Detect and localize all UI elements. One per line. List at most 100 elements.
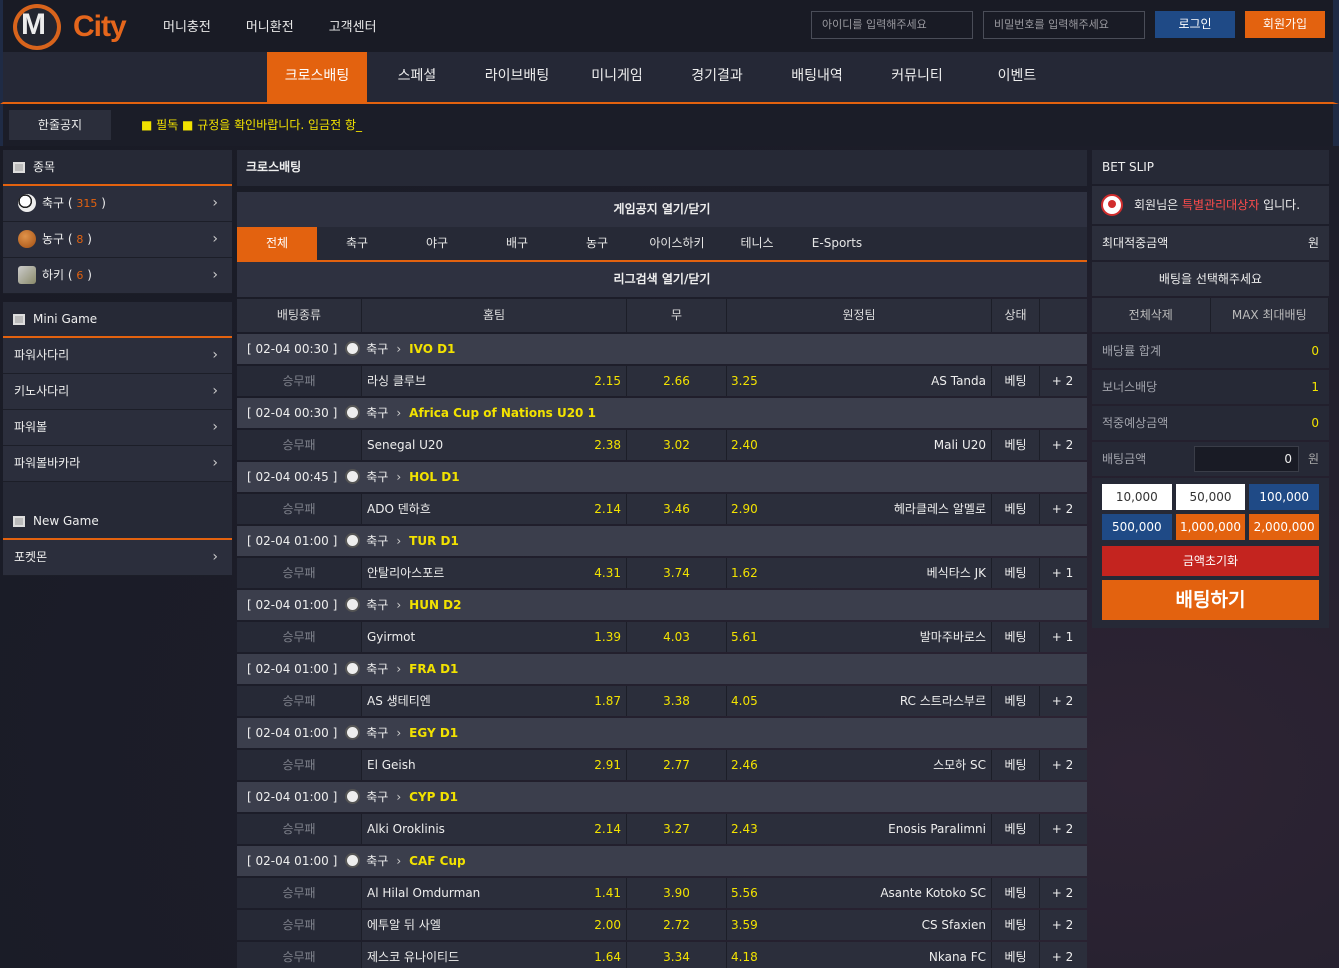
home-odds-button[interactable]: 제스코 유나이티드 1.64: [362, 942, 627, 968]
draw-odds-button[interactable]: 3.34: [627, 942, 727, 968]
logo-city: City: [73, 10, 127, 43]
tab-volleyball[interactable]: 배구: [477, 227, 557, 260]
league-search-toggle[interactable]: 리그검색 열기/닫기: [237, 262, 1087, 297]
more-markets-button[interactable]: + 2: [1040, 942, 1085, 968]
tab-tennis[interactable]: 테니스: [717, 227, 797, 260]
top-menu-support[interactable]: 고객센터: [329, 16, 377, 35]
game-notice-toggle[interactable]: 게임공지 열기/닫기: [237, 192, 1087, 227]
mini-item-powerball-baccarat[interactable]: 파워볼바카라 ›: [3, 446, 232, 482]
away-odds-button[interactable]: 2.46 스모하 SC: [727, 750, 992, 780]
nav-results[interactable]: 경기결과: [667, 52, 767, 102]
draw-odds-button[interactable]: 3.27: [627, 814, 727, 844]
new-item-pokemon[interactable]: 포켓몬 ›: [3, 540, 232, 576]
top-menu-charge[interactable]: 머니충전: [163, 16, 211, 35]
draw-odds-button[interactable]: 2.77: [627, 750, 727, 780]
nav-event[interactable]: 이벤트: [967, 52, 1067, 102]
home-odds-button[interactable]: 에투알 뒤 사엘 2.00: [362, 910, 627, 940]
chip-10000[interactable]: 10,000: [1102, 484, 1172, 510]
home-odds-button[interactable]: 안탈리아스포르 4.31: [362, 558, 627, 588]
more-markets-button[interactable]: + 1: [1040, 622, 1085, 652]
more-markets-button[interactable]: + 2: [1040, 494, 1085, 524]
tab-all[interactable]: 전체: [237, 227, 317, 260]
home-odds-button[interactable]: Gyirmot 1.39: [362, 622, 627, 652]
bet-amount-input[interactable]: 0: [1194, 446, 1299, 472]
draw-odds-button[interactable]: 4.03: [627, 622, 727, 652]
top-menu-withdraw[interactable]: 머니환전: [246, 16, 294, 35]
amount-controls: 10,000 50,000 100,000 500,000 1,000,000 …: [1092, 478, 1329, 628]
draw-odds-button[interactable]: 3.38: [627, 686, 727, 716]
soccer-ball-icon: [345, 725, 361, 740]
home-odds-button[interactable]: Alki Oroklinis 2.14: [362, 814, 627, 844]
max-bet-button[interactable]: MAX 최대배팅: [1211, 298, 1329, 332]
home-odds-button[interactable]: ADO 덴하흐 2.14: [362, 494, 627, 524]
more-markets-button[interactable]: + 1: [1040, 558, 1085, 588]
away-odds-button[interactable]: 4.05 RC 스트라스부르: [727, 686, 992, 716]
away-odds-button[interactable]: 1.62 베식타스 JK: [727, 558, 992, 588]
home-odds-button[interactable]: Senegal U20 2.38: [362, 430, 627, 460]
tab-soccer[interactable]: 축구: [317, 227, 397, 260]
more-markets-button[interactable]: + 2: [1040, 750, 1085, 780]
more-markets-button[interactable]: + 2: [1040, 814, 1085, 844]
mini-item-powerball[interactable]: 파워볼 ›: [3, 410, 232, 446]
away-odds-button[interactable]: 4.18 Nkana FC: [727, 942, 992, 968]
id-input[interactable]: 아이디를 입력해주세요: [811, 11, 973, 39]
chip-2000000[interactable]: 2,000,000: [1249, 514, 1319, 540]
home-team: 제스코 유나이티드: [367, 950, 460, 964]
notice-text[interactable]: ■ 필독 ■ 규정을 확인바랍니다. 입금전 항_: [141, 116, 362, 133]
home-odds-button[interactable]: AS 생테티엔 1.87: [362, 686, 627, 716]
betting-panel: 크로스배팅 게임공지 열기/닫기 전체 축구 야구 배구 농구 아이스하키 테니…: [237, 150, 1087, 968]
draw-odds-button[interactable]: 3.90: [627, 878, 727, 908]
draw-odds-button[interactable]: 3.02: [627, 430, 727, 460]
more-markets-button[interactable]: + 2: [1040, 686, 1085, 716]
nav-live-betting[interactable]: 라이브배팅: [467, 52, 567, 102]
more-markets-button[interactable]: + 2: [1040, 910, 1085, 940]
home-odds-button[interactable]: Al Hilal Omdurman 1.41: [362, 878, 627, 908]
nav-special[interactable]: 스페셜: [367, 52, 467, 102]
clear-all-button[interactable]: 전체삭제: [1092, 298, 1211, 332]
chip-50000[interactable]: 50,000: [1175, 484, 1246, 510]
draw-odds-button[interactable]: 2.66: [627, 366, 727, 396]
more-markets-button[interactable]: + 2: [1040, 430, 1085, 460]
chip-500000[interactable]: 500,000: [1102, 514, 1172, 540]
table-row: 승무패 라싱 클루브 2.15 2.66 3.25 AS Tanda 베팅 + 2: [237, 366, 1087, 396]
away-odds-button[interactable]: 3.25 AS Tanda: [727, 366, 992, 396]
away-odds-button[interactable]: 5.61 발마주바로스: [727, 622, 992, 652]
place-bet-button[interactable]: 배팅하기: [1102, 580, 1319, 620]
tab-esports[interactable]: E-Sports: [797, 227, 877, 260]
tab-basketball[interactable]: 농구: [557, 227, 637, 260]
draw-odds-button[interactable]: 3.74: [627, 558, 727, 588]
home-odds-button[interactable]: El Geish 2.91: [362, 750, 627, 780]
bet-type: 승무패: [237, 430, 362, 460]
sport-item-soccer[interactable]: 축구 ( 315 ) ›: [3, 186, 232, 222]
chip-100000[interactable]: 100,000: [1249, 484, 1319, 510]
chip-1000000[interactable]: 1,000,000: [1175, 514, 1246, 540]
more-markets-button[interactable]: + 2: [1040, 366, 1085, 396]
nav-community[interactable]: 커뮤니티: [867, 52, 967, 102]
draw-odds-button[interactable]: 3.46: [627, 494, 727, 524]
odds-sum-label: 배당률 합계: [1102, 344, 1162, 358]
draw-odds-button[interactable]: 2.72: [627, 910, 727, 940]
away-odds-button[interactable]: 2.40 Mali U20: [727, 430, 992, 460]
password-input[interactable]: 비밀번호를 입력해주세요: [983, 11, 1145, 39]
sport-item-basketball[interactable]: 농구 ( 8 ) ›: [3, 222, 232, 258]
tab-baseball[interactable]: 야구: [397, 227, 477, 260]
away-odds-button[interactable]: 2.43 Enosis Paralimni: [727, 814, 992, 844]
reset-amount-button[interactable]: 금액초기화: [1102, 546, 1319, 576]
join-button[interactable]: 회원가입: [1245, 11, 1325, 38]
more-markets-button[interactable]: + 2: [1040, 878, 1085, 908]
site-logo[interactable]: M City: [13, 4, 143, 50]
mini-item-keno-ladder[interactable]: 키노사다리 ›: [3, 374, 232, 410]
mini-item-power-ladder[interactable]: 파워사다리 ›: [3, 338, 232, 374]
away-odds-button[interactable]: 2.90 헤라클레스 알멜로: [727, 494, 992, 524]
home-odds-button[interactable]: 라싱 클루브 2.15: [362, 366, 627, 396]
nav-bet-history[interactable]: 배팅내역: [767, 52, 867, 102]
table-row: 승무패 AS 생테티엔 1.87 3.38 4.05 RC 스트라스부르 베팅 + …: [237, 686, 1087, 716]
away-odds-button[interactable]: 5.56 Asante Kotoko SC: [727, 878, 992, 908]
sport-item-hockey[interactable]: 하키 ( 6 ) ›: [3, 258, 232, 294]
top-menu: 머니충전 머니환전 고객센터: [163, 16, 412, 35]
tab-ice-hockey[interactable]: 아이스하키: [637, 227, 717, 260]
login-button[interactable]: 로그인: [1155, 11, 1235, 38]
away-odds-button[interactable]: 3.59 CS Sfaxien: [727, 910, 992, 940]
nav-mini-game[interactable]: 미니게임: [567, 52, 667, 102]
nav-cross-betting[interactable]: 크로스배팅: [267, 52, 367, 102]
